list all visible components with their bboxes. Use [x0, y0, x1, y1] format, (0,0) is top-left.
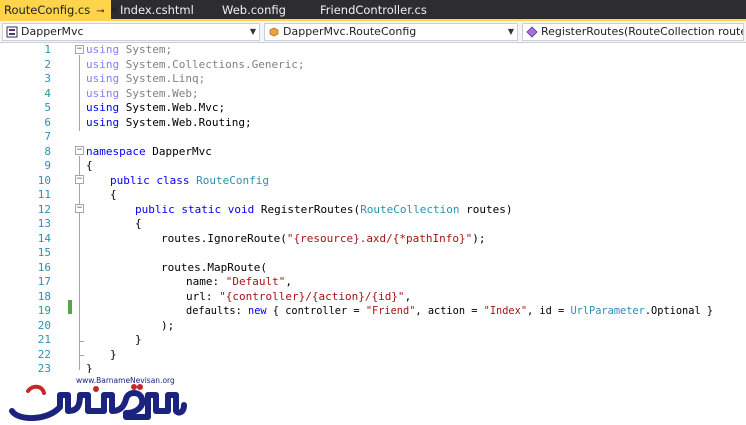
- code-line: 11 {: [0, 188, 746, 203]
- line-number: 14: [37, 231, 51, 245]
- tab-label: FriendController.cs: [320, 3, 427, 17]
- line-number: 18: [37, 289, 51, 303]
- document-tab-strip: RouteConfig.cs ⊸ ✕ Index.cshtml Web.config…: [0, 0, 746, 21]
- line-number: 11: [37, 188, 51, 201]
- line-number: 12: [37, 202, 51, 216]
- code-line: 20 );: [0, 319, 746, 334]
- code-text: using System.Web;: [86, 86, 199, 100]
- code-text: routes.MapRoute(: [161, 260, 267, 274]
- line-number: 22: [37, 347, 51, 361]
- code-text: name: "Default",: [186, 275, 292, 288]
- tab-label: Web.config: [222, 3, 286, 17]
- tab-label: Index.cshtml: [120, 3, 194, 17]
- line-number: 8: [44, 144, 51, 158]
- code-text: defaults: new { controller = "Friend", a…: [186, 305, 714, 317]
- code-line: 18 url: "{controller}/{action}/{id}",: [0, 290, 746, 305]
- navigation-bar: DapperMvc ▼ DapperMvc.RouteConfig ▼ Regi…: [0, 21, 746, 43]
- code-line: 9 {: [0, 159, 746, 174]
- line-number: 5: [44, 101, 51, 114]
- code-line: 22 }: [0, 348, 746, 363]
- line-number: 7: [44, 130, 51, 143]
- code-text: namespace DapperMvc: [86, 144, 212, 158]
- logo-graphic: [9, 384, 187, 421]
- chevron-down-icon: ▼: [507, 27, 514, 36]
- close-icon[interactable]: ✕: [110, 0, 119, 21]
- class-name: DapperMvc.RouteConfig: [283, 25, 417, 38]
- line-number: 4: [44, 86, 51, 100]
- line-number: 6: [44, 115, 51, 129]
- code-text: using System.Web.Mvc;: [86, 101, 226, 114]
- tab-web-config[interactable]: Web.config: [222, 0, 312, 21]
- chevron-down-icon: ▼: [249, 27, 256, 36]
- code-text: {: [135, 217, 142, 230]
- code-line: 2 using System.Collections.Generic;: [0, 58, 746, 73]
- code-line: 13 {: [0, 217, 746, 232]
- code-line: 7: [0, 130, 746, 145]
- code-line: 19 defaults: new { controller = "Friend"…: [0, 304, 746, 319]
- code-text: using System.Web.Routing;: [86, 115, 252, 129]
- site-logo: www.BarnameNevisan.org: [0, 373, 746, 425]
- line-number: 13: [37, 217, 51, 230]
- project-name: DapperMvc: [21, 25, 84, 38]
- code-text: }: [110, 347, 117, 361]
- code-line: 16 routes.MapRoute(: [0, 261, 746, 276]
- member-dropdown[interactable]: RegisterRoutes(RouteCollection routes): [522, 23, 744, 41]
- code-text: );: [161, 318, 175, 332]
- code-text: public static void RegisterRoutes(RouteC…: [135, 202, 513, 216]
- code-line: 10 public class RouteConfig: [0, 174, 746, 189]
- line-number: 1: [44, 43, 51, 56]
- method-icon: [526, 26, 538, 38]
- code-line: 1 using System;: [0, 43, 746, 58]
- code-text: routes.IgnoreRoute("{resource}.axd/{*pat…: [161, 231, 486, 245]
- tab-routeconfig[interactable]: RouteConfig.cs ⊸ ✕: [0, 0, 119, 21]
- line-number: 16: [37, 260, 51, 274]
- tab-friendcontroller[interactable]: FriendController.cs: [320, 0, 440, 21]
- code-editor[interactable]: − − − − 1 using System; 2 using System.C…: [0, 43, 746, 375]
- tab-index-cshtml[interactable]: Index.cshtml: [120, 0, 210, 21]
- code-line: 17 name: "Default",: [0, 275, 746, 290]
- member-name: RegisterRoutes(RouteCollection routes): [541, 25, 744, 38]
- code-text: using System.Linq;: [86, 72, 206, 85]
- code-line: 14 routes.IgnoreRoute("{resource}.axd/{*…: [0, 232, 746, 247]
- code-line: 4 using System.Web;: [0, 87, 746, 102]
- code-text: {: [110, 188, 117, 201]
- line-number: 20: [37, 318, 51, 332]
- tab-label: RouteConfig.cs: [4, 3, 91, 17]
- line-number: 3: [44, 72, 51, 85]
- code-line: 15: [0, 246, 746, 261]
- line-number: 19: [37, 304, 51, 317]
- csharp-project-icon: [6, 26, 18, 38]
- code-line: 12 public static void RegisterRoutes(Rou…: [0, 203, 746, 218]
- code-text: using System.Collections.Generic;: [86, 57, 305, 71]
- code-text: public class RouteConfig: [110, 173, 269, 187]
- project-dropdown[interactable]: DapperMvc ▼: [2, 23, 260, 41]
- code-line: 21 }: [0, 333, 746, 348]
- code-line: 5 using System.Web.Mvc;: [0, 101, 746, 116]
- line-number: 9: [44, 159, 51, 172]
- class-icon: [269, 27, 279, 37]
- code-line: 8 namespace DapperMvc: [0, 145, 746, 160]
- line-number: 17: [37, 275, 51, 288]
- line-number: 15: [37, 246, 51, 259]
- line-number: 2: [44, 57, 51, 71]
- code-text: }: [135, 333, 142, 346]
- code-line: 3 using System.Linq;: [0, 72, 746, 87]
- line-number: 21: [37, 333, 51, 346]
- code-text: using System;: [86, 43, 173, 56]
- class-dropdown[interactable]: DapperMvc.RouteConfig ▼: [264, 23, 518, 41]
- code-text: {: [86, 159, 93, 172]
- code-text: url: "{controller}/{action}/{id}",: [186, 289, 412, 303]
- line-number: 10: [37, 173, 51, 187]
- code-line: 6 using System.Web.Routing;: [0, 116, 746, 131]
